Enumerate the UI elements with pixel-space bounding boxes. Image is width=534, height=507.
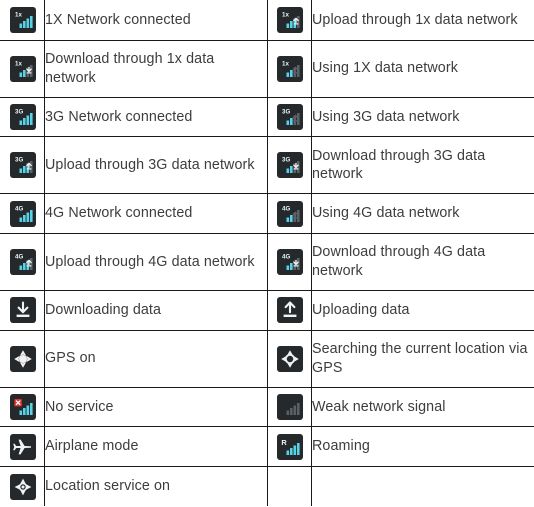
icon-cell-left	[0, 386, 45, 428]
signal-bars-4g-download-icon: 4G	[276, 249, 303, 276]
table-row: 1x Download through 1x data network 1x Us…	[0, 39, 534, 98]
icon-description-left: 3G Network connected	[44, 96, 268, 138]
empty-icon-placeholder	[277, 474, 303, 500]
table-row: 3G Upload through 3G data network 3G Down…	[0, 136, 534, 195]
signal-bars-4g-connected-icon: 4G	[9, 200, 36, 227]
svg-text:4G: 4G	[15, 253, 23, 260]
no-service-icon	[9, 394, 36, 421]
upload-arrow-icon	[276, 297, 303, 324]
signal-bars-3g-idle-icon: 3G	[276, 104, 303, 131]
signal-bars-1x-download-icon: 1x	[9, 55, 36, 82]
icon-description-left: Upload through 3G data network	[44, 136, 268, 195]
svg-text:1x: 1x	[15, 12, 22, 19]
icon-cell-right: 3G	[267, 136, 312, 195]
table-row: Location service on	[0, 466, 534, 507]
icon-cell-left	[0, 466, 45, 507]
signal-bars-3g-upload-icon: 3G	[9, 152, 36, 179]
icon-description-left: 4G Network connected	[44, 193, 268, 235]
signal-bars-1x-upload-icon: 1x	[276, 7, 303, 34]
svg-text:R: R	[281, 438, 287, 447]
icon-cell-right: 4G	[267, 193, 312, 235]
svg-text:3G: 3G	[15, 157, 23, 164]
airplane-mode-icon	[9, 433, 36, 460]
icon-description-right: Using 3G data network	[311, 96, 534, 138]
icon-description-right: Weak network signal	[311, 386, 534, 428]
icon-cell-left: 4G	[0, 233, 45, 292]
icon-description-left: Downloading data	[44, 290, 268, 331]
svg-text:1x: 1x	[15, 60, 22, 67]
icon-description-left: Airplane mode	[44, 426, 268, 468]
svg-text:3G: 3G	[282, 157, 290, 164]
table-row: 4G Upload through 4G data network 4G Down…	[0, 233, 534, 292]
icon-description-left: GPS on	[44, 329, 268, 388]
gps-on-icon	[9, 345, 36, 372]
icon-cell-left: 1x	[0, 0, 45, 41]
table-body: 1x 1X Network connected 1x Upload through …	[0, 0, 534, 507]
location-service-on-icon	[9, 473, 36, 500]
table-row: Downloading data Uploading data	[0, 290, 534, 331]
icon-cell-left	[0, 329, 45, 388]
icon-description-right: Download through 4G data network	[311, 233, 534, 292]
icon-description-right: Roaming	[311, 426, 534, 468]
icon-cell-right	[267, 329, 312, 388]
status-icon-reference-table: 1x 1X Network connected 1x Upload through …	[0, 0, 534, 507]
roaming-icon: R	[276, 433, 303, 460]
table-row: 1x 1X Network connected 1x Upload through …	[0, 0, 534, 41]
icon-description-right: Upload through 1x data network	[311, 0, 534, 41]
icon-cell-right	[267, 466, 312, 507]
icon-description-left: Upload through 4G data network	[44, 233, 268, 292]
icon-cell-right: 3G	[267, 96, 312, 138]
signal-bars-3g-download-icon: 3G	[276, 152, 303, 179]
icon-description-right: Download through 3G data network	[311, 136, 534, 195]
signal-bars-3g-connected-icon: 3G	[9, 104, 36, 131]
icon-description-left: Location service on	[44, 466, 268, 507]
svg-text:3G: 3G	[15, 108, 23, 115]
weak-signal-icon	[276, 394, 303, 421]
icon-description-right: Uploading data	[311, 290, 534, 331]
download-arrow-icon	[9, 297, 36, 324]
icon-description-left: No service	[44, 386, 268, 428]
table-row: 4G 4G Network connected 4G Using 4G data n…	[0, 193, 534, 235]
icon-cell-right: 1x	[267, 0, 312, 41]
icon-cell-right: 1x	[267, 39, 312, 98]
icon-cell-right	[267, 386, 312, 428]
signal-bars-4g-idle-icon: 4G	[276, 200, 303, 227]
icon-cell-left	[0, 426, 45, 468]
table-row: 3G 3G Network connected 3G Using 3G data n…	[0, 96, 534, 138]
icon-description-right: Using 4G data network	[311, 193, 534, 235]
icon-cell-left: 3G	[0, 96, 45, 138]
svg-text:4G: 4G	[15, 205, 23, 212]
signal-bars-1x-idle-icon: 1x	[276, 55, 303, 82]
icon-description-left: Download through 1x data network	[44, 39, 268, 98]
signal-bars-4g-upload-icon: 4G	[9, 249, 36, 276]
svg-text:1x: 1x	[282, 60, 289, 67]
svg-text:4G: 4G	[282, 205, 290, 212]
table-row: No service Weak network signal	[0, 386, 534, 428]
icon-description-right: Searching the current location via GPS	[311, 329, 534, 388]
icon-description-left: 1X Network connected	[44, 0, 268, 41]
icon-cell-left	[0, 290, 45, 331]
icon-cell-left: 1x	[0, 39, 45, 98]
icon-cell-right	[267, 290, 312, 331]
table-row: GPS on Searching the current location vi…	[0, 329, 534, 388]
svg-text:1x: 1x	[282, 12, 289, 19]
icon-cell-left: 4G	[0, 193, 45, 235]
svg-text:3G: 3G	[282, 108, 290, 115]
gps-searching-icon	[276, 345, 303, 372]
signal-bars-1x-connected-icon: 1x	[9, 7, 36, 34]
svg-text:4G: 4G	[282, 253, 290, 260]
icon-cell-right: R	[267, 426, 312, 468]
icon-cell-left: 3G	[0, 136, 45, 195]
icon-description-right	[311, 466, 534, 507]
icon-description-right: Using 1X data network	[311, 39, 534, 98]
icon-cell-right: 4G	[267, 233, 312, 292]
table-row: Airplane mode R Roaming	[0, 426, 534, 468]
